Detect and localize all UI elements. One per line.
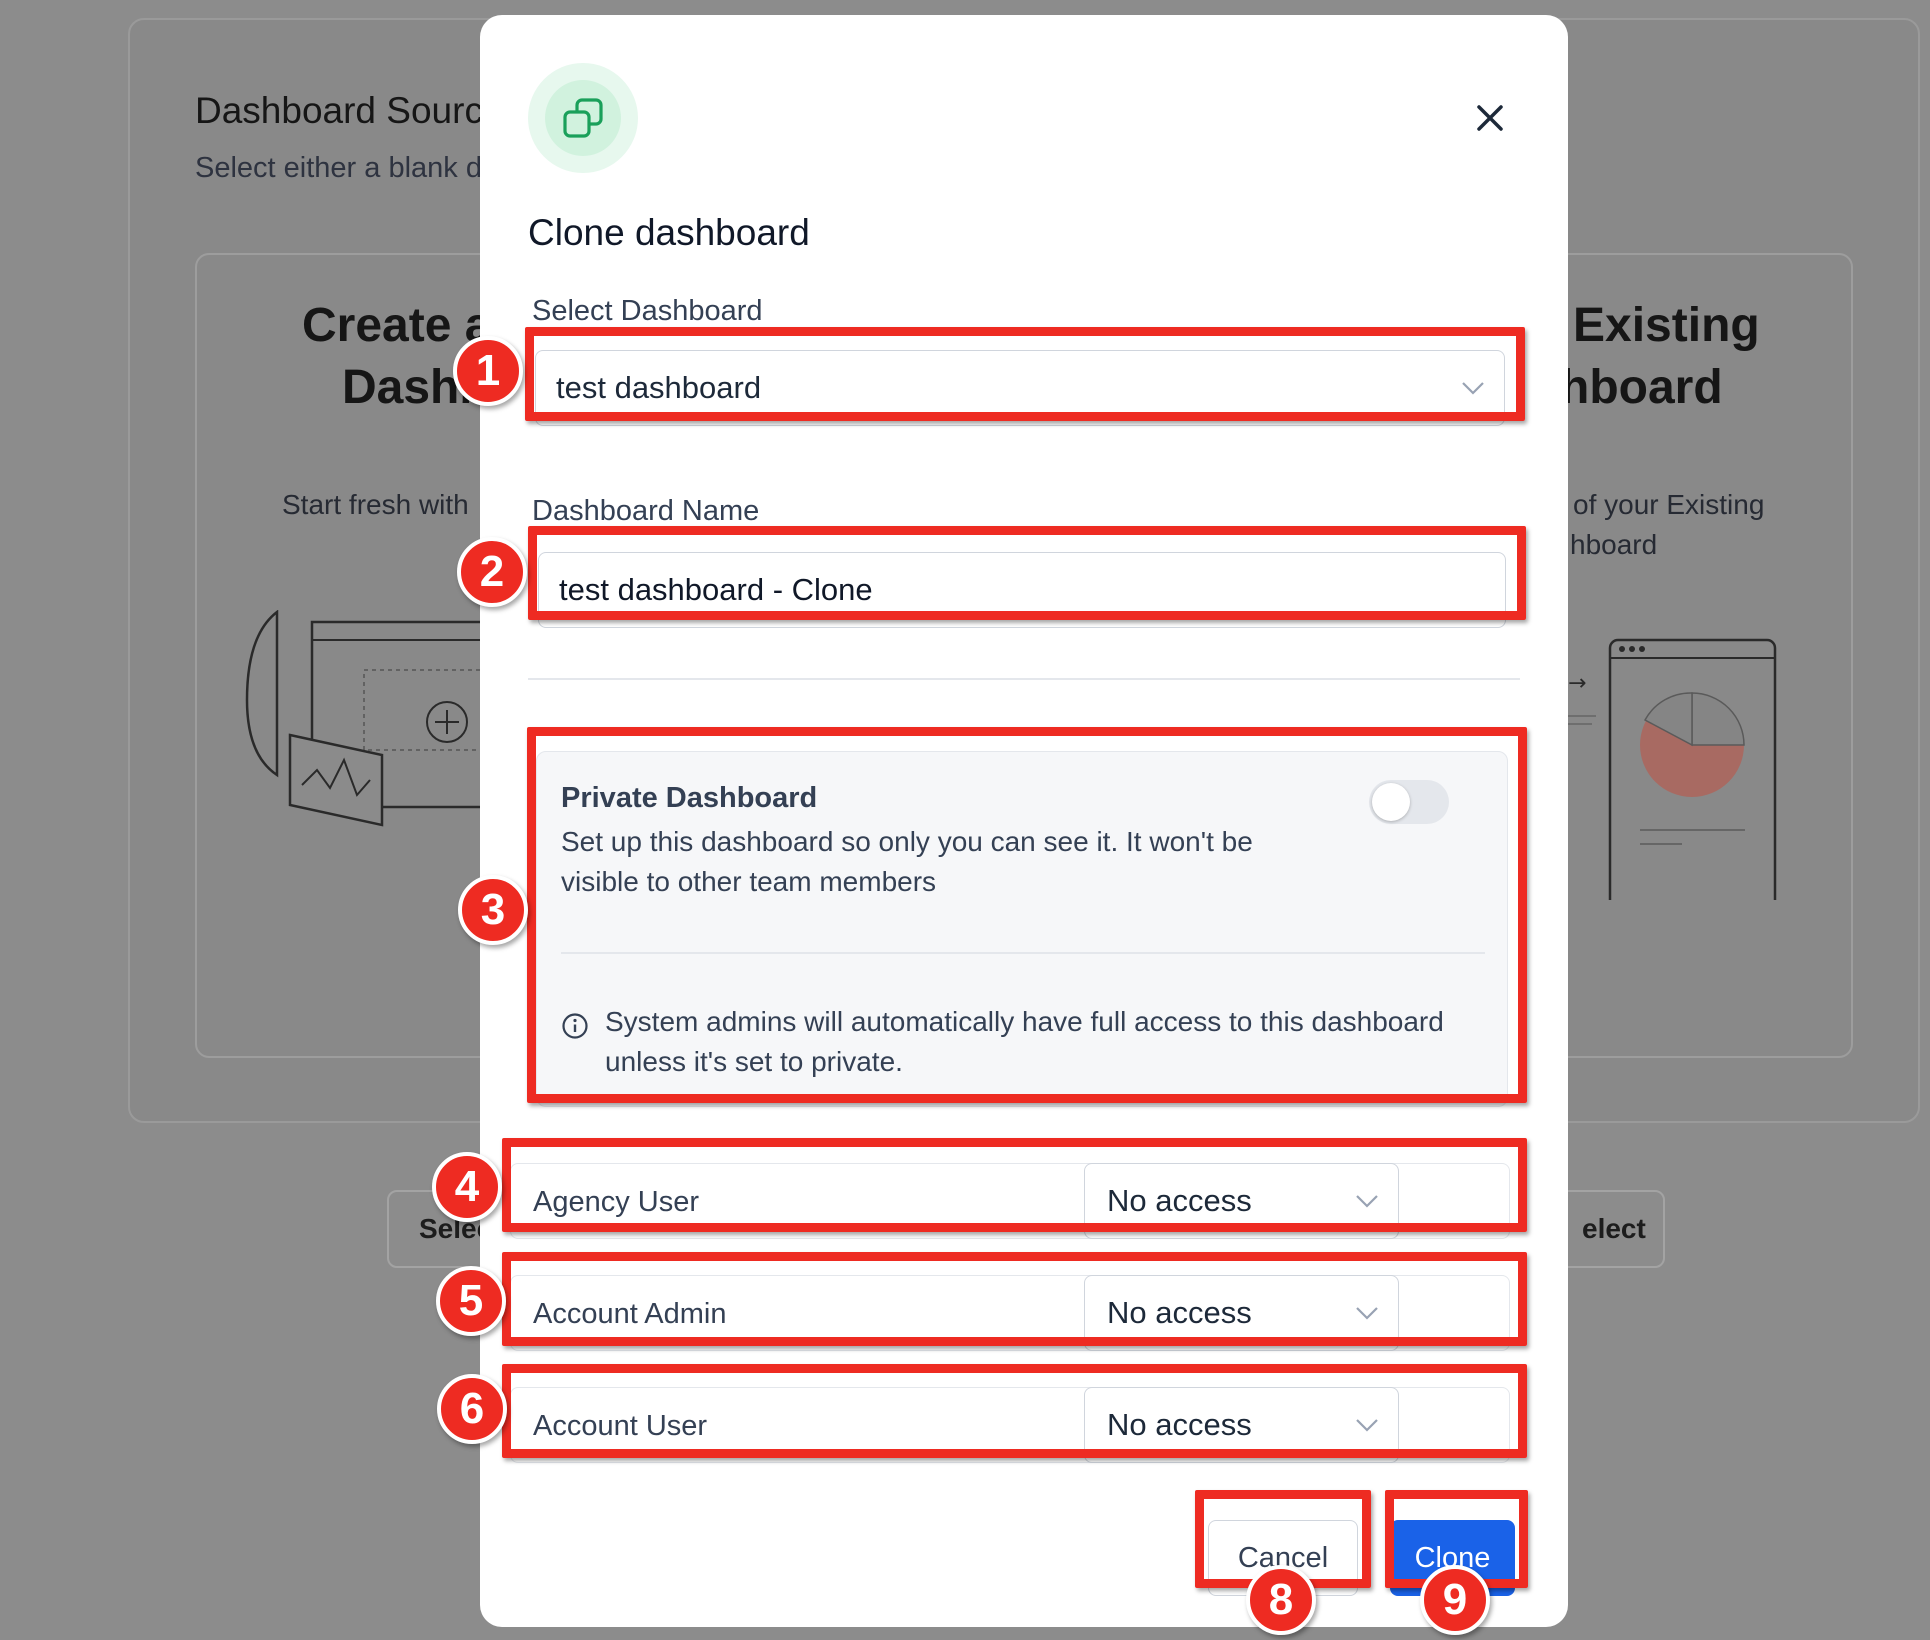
annotation-box-3 [527, 727, 1527, 1103]
annotation-badge-3: 3 [458, 875, 528, 945]
card-title-line2: hboard [1560, 361, 1723, 414]
card-description-line2: hboard [1570, 529, 1658, 560]
annotation-box-1 [525, 327, 1525, 421]
card-description: Start fresh with [282, 489, 469, 520]
card-description-line1: of your Existing [1573, 489, 1765, 520]
background-title: Dashboard Sourc [195, 90, 483, 131]
annotation-badge-8: 8 [1246, 1565, 1316, 1635]
card-title-line1: Existing [1573, 299, 1760, 352]
annotation-box-2 [528, 526, 1526, 620]
modal-title: Clone dashboard [528, 212, 810, 253]
blank-dashboard-illustration [245, 610, 502, 827]
annotation-box-5 [502, 1252, 1527, 1346]
modal-icon-container [528, 63, 638, 173]
annotation-badge-5: 5 [436, 1266, 506, 1336]
annotation-box-6 [502, 1364, 1527, 1458]
annotation-badge-9: 9 [1420, 1565, 1490, 1635]
annotation-badge-2: 2 [457, 537, 527, 607]
select-dashboard-label: Select Dashboard [532, 295, 763, 327]
section-divider [528, 678, 1520, 680]
background-subtitle: Select either a blank d [195, 152, 482, 184]
annotation-badge-1: 1 [453, 336, 523, 406]
existing-dashboard-illustration: → [1568, 638, 1777, 900]
copy-icon [563, 98, 603, 138]
annotation-badge-6: 6 [437, 1374, 507, 1444]
annotation-box-4 [502, 1138, 1527, 1232]
close-button[interactable] [1465, 93, 1515, 143]
svg-text:→: → [1568, 671, 1586, 696]
dashboard-name-label: Dashboard Name [532, 495, 760, 527]
close-icon [1477, 105, 1503, 131]
annotation-badge-4: 4 [432, 1152, 502, 1222]
